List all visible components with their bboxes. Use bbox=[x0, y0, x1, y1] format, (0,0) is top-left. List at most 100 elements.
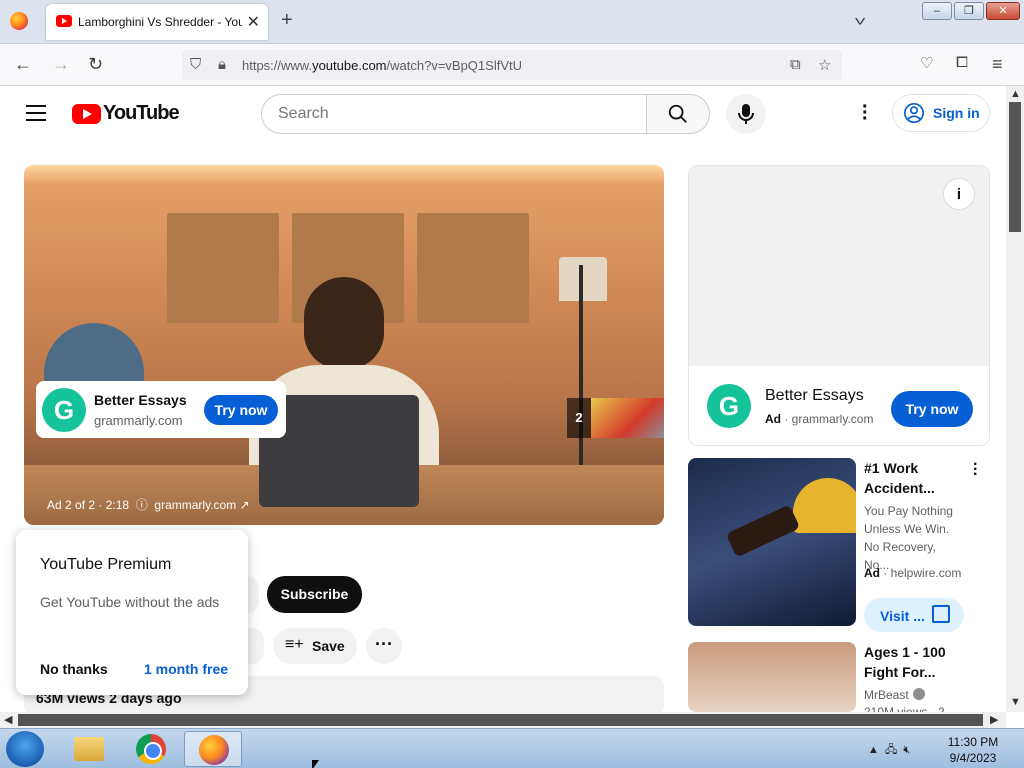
url-bar[interactable]: ⛉ 🔒︎ https://www.youtube.com/watch?v=vBp… bbox=[182, 50, 842, 80]
scroll-up-icon[interactable]: ▲ bbox=[1010, 88, 1021, 100]
picture-in-picture-icon[interactable]: ⧉ bbox=[790, 56, 801, 73]
youtube-favicon-icon bbox=[56, 15, 72, 27]
thumbnail-helmet bbox=[793, 478, 856, 533]
app-menu-icon[interactable]: ≡ bbox=[992, 54, 1003, 75]
more-actions-icon[interactable]: ··· bbox=[366, 628, 402, 664]
taskbar-chrome[interactable] bbox=[122, 731, 180, 767]
new-tab-icon[interactable]: + bbox=[281, 9, 293, 32]
premium-subtitle: Get YouTube without the ads bbox=[40, 594, 220, 610]
scroll-left-icon[interactable]: ◀ bbox=[4, 713, 12, 726]
settings-more-icon[interactable]: · · · bbox=[862, 97, 869, 129]
guide-menu-icon[interactable] bbox=[26, 105, 46, 121]
youtube-logo-text: YouTube bbox=[103, 102, 180, 124]
restore-icon[interactable]: ❐ bbox=[954, 2, 984, 20]
premium-title: YouTube Premium bbox=[40, 556, 172, 573]
video-frame-pegboard bbox=[167, 213, 279, 323]
grammarly-logo-icon: G bbox=[707, 384, 751, 428]
search-icon bbox=[668, 104, 687, 123]
ad-info-icon[interactable]: i bbox=[943, 178, 975, 210]
browser-nav-bar: ← → ↻ ⛉ 🔒︎ https://www.youtube.com/watch… bbox=[0, 44, 1024, 86]
video-frame-pegboard bbox=[417, 213, 529, 323]
video-frame-lamp bbox=[559, 257, 607, 301]
verified-badge-icon bbox=[912, 688, 925, 700]
save-button[interactable]: ≡+ Save bbox=[273, 628, 357, 664]
lock-icon[interactable]: 🔒︎ bbox=[218, 56, 226, 73]
firefox-logo-icon[interactable] bbox=[10, 12, 28, 30]
player-ad-card[interactable]: G Better Essays grammarly.com Try now bbox=[36, 381, 286, 438]
recommendation-channel[interactable]: MrBeast bbox=[864, 688, 925, 702]
recommendation-thumbnail[interactable] bbox=[688, 458, 856, 626]
taskbar-firefox[interactable] bbox=[184, 731, 242, 767]
subscribe-button[interactable]: Subscribe bbox=[267, 576, 362, 613]
player-ad-domain: grammarly.com bbox=[94, 413, 183, 428]
url-text[interactable]: https://www.youtube.com/watch?v=vBpQ1Slf… bbox=[242, 58, 522, 73]
tray-expand-icon[interactable]: ▲ bbox=[868, 744, 879, 756]
search-input[interactable]: Search bbox=[261, 94, 647, 134]
window-controls: – ❐ ✕ bbox=[922, 2, 1020, 20]
sidebar-ad-title: Better Essays bbox=[765, 387, 864, 404]
mouse-cursor-icon bbox=[312, 760, 319, 768]
network-icon[interactable]: 🖧︎ bbox=[885, 744, 897, 756]
video-player[interactable] bbox=[24, 165, 664, 525]
volume-muted-icon[interactable]: 🔇︎ bbox=[903, 744, 910, 756]
player-ad-title: Better Essays bbox=[94, 392, 187, 408]
system-tray[interactable]: ▲ 🖧︎ 🔇︎ bbox=[868, 741, 910, 760]
start-button-icon[interactable] bbox=[6, 731, 44, 767]
search-button[interactable] bbox=[646, 94, 710, 134]
recommendation-more-icon[interactable]: · · · bbox=[973, 457, 978, 483]
extensions-icon[interactable]: ⧠ bbox=[956, 54, 968, 71]
recommendation-title[interactable]: #1 Work Accident... bbox=[864, 458, 935, 498]
pocket-icon[interactable]: ♡ bbox=[920, 54, 933, 72]
bookmark-star-icon[interactable]: ☆ bbox=[818, 56, 831, 74]
save-label: Save bbox=[312, 638, 345, 654]
scroll-right-icon[interactable]: ▶ bbox=[990, 713, 998, 726]
tab-list-chevron-icon[interactable]: ˅ bbox=[854, 13, 866, 29]
recommendation-views: 210M views · 2... bbox=[864, 705, 955, 712]
tab-close-icon[interactable]: ✕ bbox=[247, 12, 260, 32]
microphone-icon bbox=[738, 104, 754, 124]
sidebar-ad-try-now-button[interactable]: Try now bbox=[891, 391, 973, 427]
recommendation-title[interactable]: Ages 1 - 100 Fight For... bbox=[864, 642, 946, 682]
search-placeholder: Search bbox=[278, 105, 329, 122]
vertical-scrollbar[interactable]: ▲ ▼ bbox=[1006, 86, 1024, 712]
sidebar-ad[interactable]: i G Better Essays Ad · grammarly.com Try… bbox=[688, 165, 990, 446]
ad-counter-domain-link[interactable]: grammarly.com bbox=[154, 498, 236, 512]
one-month-free-button[interactable]: 1 month free bbox=[144, 661, 228, 677]
horizontal-scrollbar[interactable]: ◀ ▶ bbox=[0, 712, 1006, 728]
sign-in-label: Sign in bbox=[933, 105, 980, 121]
voice-search-button[interactable] bbox=[726, 94, 766, 134]
vertical-scroll-thumb[interactable] bbox=[1009, 102, 1021, 232]
youtube-premium-popup: YouTube Premium Get YouTube without the … bbox=[16, 530, 248, 695]
horizontal-scroll-thumb[interactable] bbox=[18, 714, 983, 726]
youtube-logo[interactable]: YouTube bbox=[72, 102, 180, 125]
sign-in-button[interactable]: Sign in bbox=[892, 94, 990, 132]
recommendation-thumbnail[interactable] bbox=[688, 642, 856, 712]
recommendation-description: You Pay Nothing Unless We Win. No Recove… bbox=[864, 504, 953, 572]
taskbar-explorer[interactable] bbox=[60, 731, 118, 767]
minimize-icon[interactable]: – bbox=[922, 2, 952, 20]
scroll-down-icon[interactable]: ▼ bbox=[1010, 696, 1021, 708]
visit-site-button[interactable]: Visit ... bbox=[864, 598, 964, 632]
playlist-add-icon: ≡+ bbox=[285, 636, 304, 653]
back-arrow-icon[interactable]: ← bbox=[14, 54, 32, 75]
shield-icon[interactable]: ⛉ bbox=[190, 56, 201, 73]
grammarly-logo-icon: G bbox=[42, 388, 86, 432]
forward-arrow-icon[interactable]: → bbox=[52, 54, 70, 75]
sidebar-ad-meta: Ad · grammarly.com bbox=[765, 412, 874, 426]
tab-youtube[interactable]: Lamborghini Vs Shredder - YouTube ✕ bbox=[46, 4, 268, 40]
player-ad-try-now-button[interactable]: Try now bbox=[204, 395, 278, 425]
recommendation-ad-meta: Ad · helpwire.com bbox=[864, 566, 962, 580]
next-video-thumbnail[interactable] bbox=[591, 398, 664, 438]
ad-counter: Ad 2 of 2 · 2:18 ⓘ grammarly.com ↗ bbox=[47, 498, 250, 512]
reload-icon[interactable]: ↻ bbox=[88, 54, 103, 75]
close-window-icon[interactable]: ✕ bbox=[986, 2, 1020, 20]
clock-date: 9/4/2023 bbox=[949, 751, 997, 765]
no-thanks-button[interactable]: No thanks bbox=[40, 661, 108, 677]
tab-title: Lamborghini Vs Shredder - YouTube bbox=[78, 15, 242, 29]
browser-tab-bar: Lamborghini Vs Shredder - YouTube ✕ + ˅ … bbox=[0, 0, 1024, 44]
taskbar-clock[interactable]: 11:30 PM 9/4/2023 bbox=[940, 734, 1006, 766]
video-frame-person bbox=[304, 277, 384, 369]
open-external-icon bbox=[932, 605, 950, 623]
account-circle-icon bbox=[904, 103, 924, 123]
youtube-header: YouTube Search · · · Sign in bbox=[0, 86, 1006, 142]
